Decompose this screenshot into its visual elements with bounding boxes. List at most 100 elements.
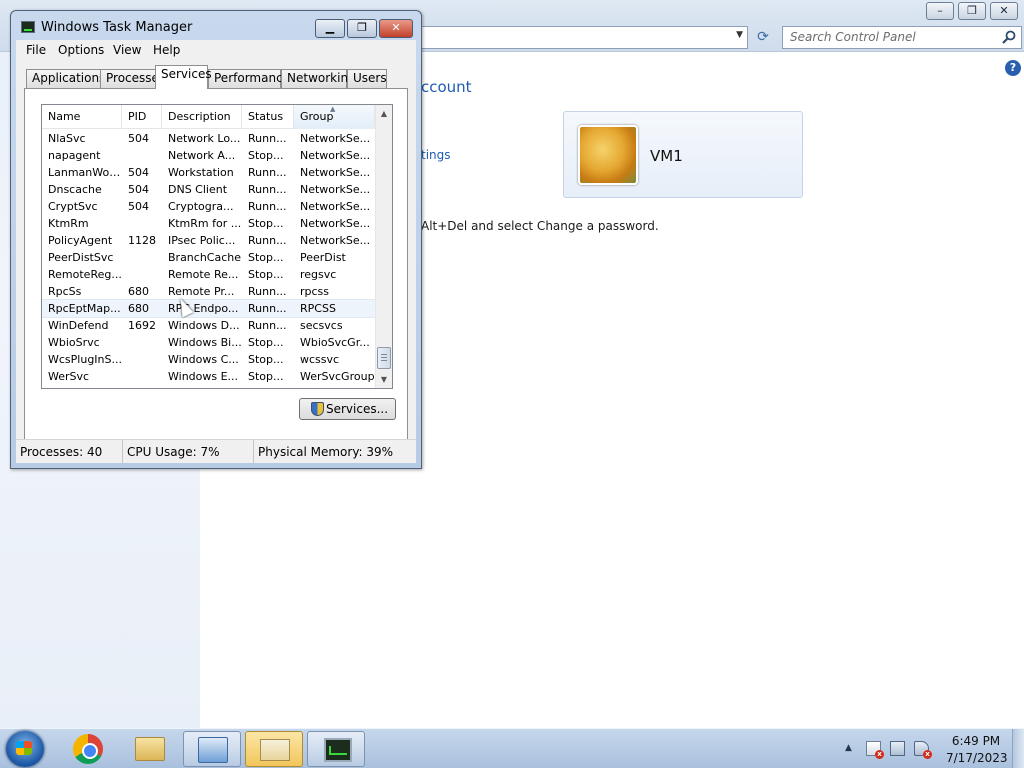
cell-group: rpcss xyxy=(300,285,330,298)
error-badge-icon: x xyxy=(875,750,884,759)
cell-pid xyxy=(122,249,162,266)
cell-description: Cryptogra... xyxy=(168,200,234,213)
tab-users[interactable]: Users xyxy=(347,69,387,88)
column-header-name[interactable]: Name xyxy=(42,105,122,129)
menu-file[interactable]: File xyxy=(26,43,46,57)
services-tab-panel: Name PID Description Status Group ▲ NlaS… xyxy=(24,88,408,444)
menu-view[interactable]: View xyxy=(113,43,141,57)
taskbar-task-manager[interactable] xyxy=(307,731,365,767)
clock-time[interactable]: 6:49 PM xyxy=(946,734,1006,748)
sort-ascending-icon: ▲ xyxy=(330,105,336,113)
network-icon[interactable] xyxy=(890,741,905,756)
refresh-icon[interactable]: ⟳ xyxy=(752,27,774,47)
column-header-status[interactable]: Status xyxy=(242,105,294,129)
table-row[interactable]: CryptSvc 504 Cryptogra... Runn... NetworkSe.… xyxy=(42,198,375,215)
task-manager-titlebar[interactable]: Windows Task Manager ▁ ❐ ✕ xyxy=(11,11,421,41)
cell-status: Stop... xyxy=(248,370,284,383)
help-icon[interactable]: ? xyxy=(1005,60,1021,76)
settings-link[interactable]: tings xyxy=(421,148,451,162)
cell-status: Runn... xyxy=(248,183,287,196)
table-row[interactable]: LanmanWor... 504 Workstation Runn... Network… xyxy=(42,164,375,181)
list-rows: NlaSvc 504 Network Lo... Runn... NetworkSe..… xyxy=(42,130,376,385)
cell-pid xyxy=(122,266,162,283)
column-header-group[interactable]: Group ▲ xyxy=(294,105,375,129)
tab-networking[interactable]: Networking xyxy=(281,69,356,88)
tab-services[interactable]: Services xyxy=(155,65,212,89)
cell-status: Runn... xyxy=(248,285,287,298)
maximize-button[interactable]: ❐ xyxy=(347,19,377,38)
user-picture-icon[interactable] xyxy=(578,125,638,185)
cell-description: Windows C... xyxy=(168,353,239,366)
close-button[interactable]: ✕ xyxy=(379,19,413,38)
task-manager-icon xyxy=(324,738,352,762)
vertical-scrollbar[interactable]: ▲ ▼ xyxy=(375,105,392,388)
cell-pid xyxy=(122,215,162,232)
taskbar-mail[interactable] xyxy=(245,731,303,767)
table-row[interactable]: PeerDistSvc BranchCache Stop... PeerDist xyxy=(42,249,375,266)
clock-date[interactable]: 7/17/2023 xyxy=(946,751,1008,765)
table-row[interactable]: NlaSvc 504 Network Lo... Runn... NetworkSe..… xyxy=(42,130,375,147)
cell-name: PeerDistSvc xyxy=(48,251,114,264)
menu-help[interactable]: Help xyxy=(153,43,180,57)
table-row[interactable]: PolicyAgent 1128 IPsec Polic... Runn... Netw… xyxy=(42,232,375,249)
cell-name: KtmRm xyxy=(48,217,89,230)
show-desktop-button[interactable] xyxy=(1012,729,1024,768)
scrollbar-thumb[interactable] xyxy=(377,347,391,369)
taskbar-chrome[interactable] xyxy=(59,731,117,767)
cell-pid xyxy=(122,351,162,368)
tab-performance[interactable]: Performance xyxy=(208,69,290,88)
search-input[interactable]: Search Control Panel xyxy=(782,26,1022,49)
table-row[interactable]: WbioSrvc Windows Bi... Stop... WbioSvcGr... xyxy=(42,334,375,351)
cell-group: WbioSvcGr... xyxy=(300,336,370,349)
scroll-up-icon[interactable]: ▲ xyxy=(376,105,392,122)
cell-status: Runn... xyxy=(248,166,287,179)
services-list[interactable]: Name PID Description Status Group ▲ NlaS… xyxy=(41,104,393,389)
scroll-down-icon[interactable]: ▼ xyxy=(376,371,392,388)
cell-description: DNS Client xyxy=(168,183,228,196)
cell-name: NlaSvc xyxy=(48,132,86,145)
table-row[interactable]: RemoteReg... Remote Re... Stop... regsvc xyxy=(42,266,375,283)
table-row[interactable]: RpcSs 680 Remote Pr... Runn... rpcss xyxy=(42,283,375,300)
table-row[interactable]: WinDefend 1692 Windows D... Runn... secsvcs xyxy=(42,317,375,334)
table-row[interactable]: WerSvc Windows E... Stop... WerSvcGroup xyxy=(42,368,375,385)
table-row[interactable]: Dnscache 504 DNS Client Runn... NetworkSe... xyxy=(42,181,375,198)
table-row[interactable]: WcsPlugInS... Windows C... Stop... wcssvc xyxy=(42,351,375,368)
cell-group: regsvc xyxy=(300,268,337,281)
services-button[interactable]: Services... xyxy=(299,398,396,420)
cp-minimize-button[interactable]: – xyxy=(926,2,954,20)
table-row[interactable]: napagent Network A... Stop... NetworkSe... xyxy=(42,147,375,164)
cell-description: Remote Re... xyxy=(168,268,239,281)
windows-logo-icon xyxy=(16,741,32,755)
start-button[interactable] xyxy=(6,731,44,767)
column-header-description[interactable]: Description xyxy=(162,105,242,129)
tab-applications[interactable]: Applications xyxy=(26,69,105,88)
password-instruction: Alt+Del and select Change a password. xyxy=(421,219,659,233)
show-hidden-icons-icon[interactable]: ▲ xyxy=(845,743,852,753)
column-header-pid[interactable]: PID xyxy=(122,105,162,129)
cell-name: napagent xyxy=(48,149,101,162)
action-center-icon[interactable]: x xyxy=(866,741,884,759)
address-dropdown-icon[interactable]: ▼ xyxy=(736,30,743,40)
address-bar[interactable]: ▼ xyxy=(400,26,748,49)
cell-pid: 1128 xyxy=(128,234,156,247)
page-heading: ccount xyxy=(421,78,472,96)
tab-processes[interactable]: Processes xyxy=(100,69,165,88)
cell-group: wcssvc xyxy=(300,353,340,366)
cell-name: RpcEptMap... xyxy=(48,302,121,315)
user-account-tile[interactable]: VM1 xyxy=(563,111,803,198)
folder-icon xyxy=(135,737,165,761)
status-cpu: CPU Usage: 7% xyxy=(123,440,254,464)
cp-maximize-button[interactable]: ❐ xyxy=(958,2,986,20)
minimize-button[interactable]: ▁ xyxy=(315,19,345,38)
taskbar-explorer[interactable] xyxy=(121,731,179,767)
cp-close-button[interactable]: ✕ xyxy=(990,2,1018,20)
volume-icon[interactable]: x xyxy=(914,741,932,759)
table-row[interactable]: RpcEptMap... 680 RPC Endpo... Runn... RPCSS xyxy=(42,299,376,318)
cell-description: Network A... xyxy=(168,149,236,162)
search-icon[interactable] xyxy=(1001,29,1017,45)
taskbar-control-panel[interactable] xyxy=(183,731,241,767)
task-manager-body: Applications Processes Services Performa… xyxy=(16,61,416,447)
uac-shield-icon xyxy=(311,402,324,416)
table-row[interactable]: KtmRm KtmRm for ... Stop... NetworkSe... xyxy=(42,215,375,232)
menu-options[interactable]: Options xyxy=(58,43,104,57)
